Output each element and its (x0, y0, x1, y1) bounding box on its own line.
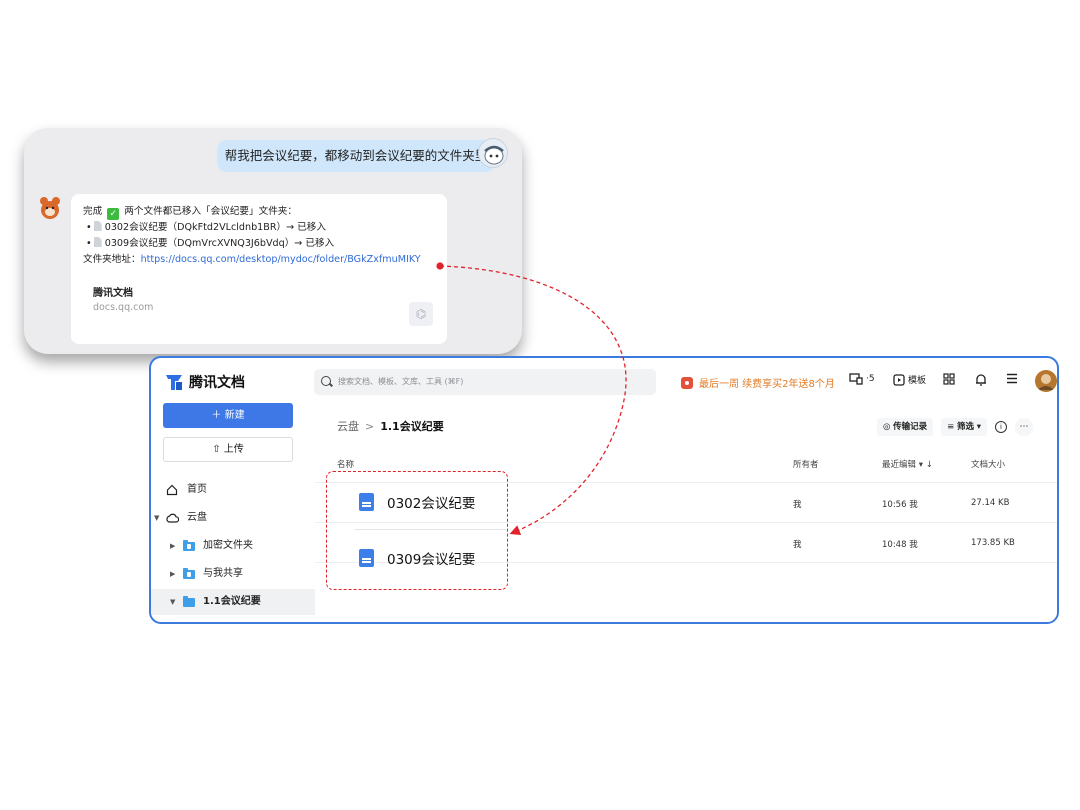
annotation-arrow (436, 262, 627, 535)
stage: 帮我把会议纪要，都移动到会议纪要的文件夹里 完成 ✓ 两个文件都已移入「会议纪要… (0, 0, 1080, 810)
annotation-dot (436, 262, 444, 270)
